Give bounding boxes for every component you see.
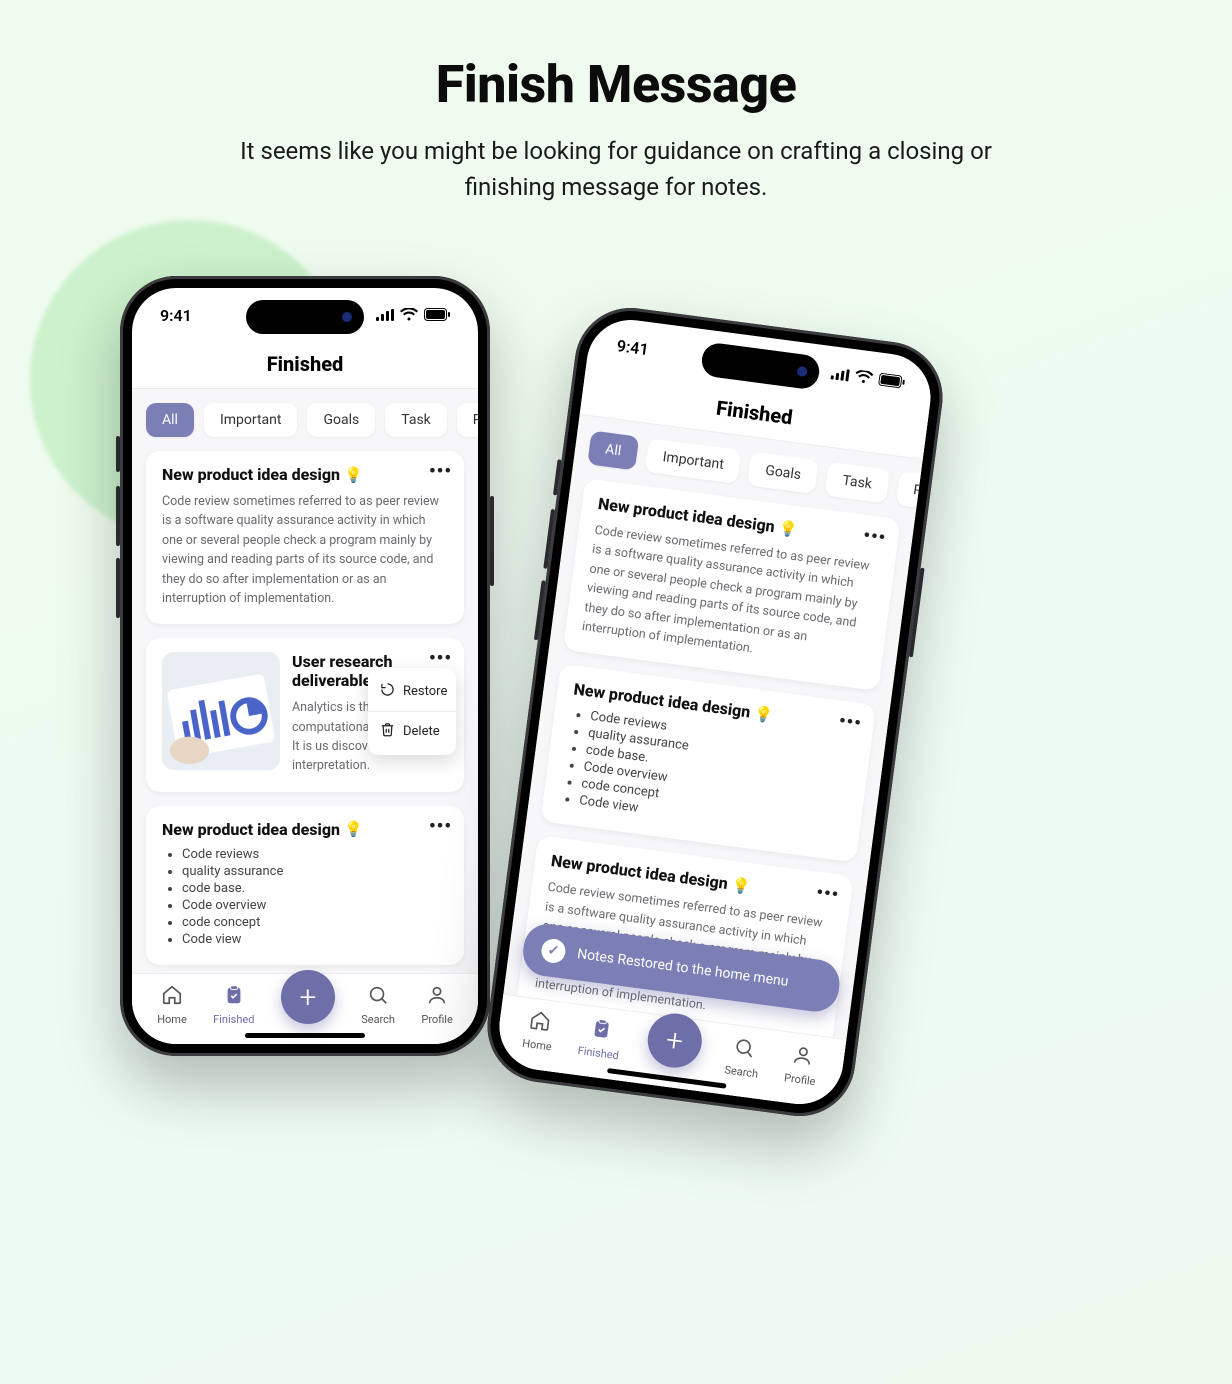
restore-icon — [380, 682, 395, 701]
plus-icon: + — [299, 980, 316, 1015]
note-card[interactable]: ••• New product idea design 💡 Code revie… — [146, 806, 464, 965]
trash-icon — [380, 722, 395, 741]
chip-product[interactable]: Produc — [457, 403, 478, 437]
nav-label: Profile — [783, 1071, 816, 1088]
hero-section: Finish Message It seems like you might b… — [0, 54, 1232, 205]
chip-all[interactable]: All — [587, 430, 639, 470]
signal-icon — [376, 306, 394, 325]
filter-chips: All Important Goals Task Produc — [132, 389, 478, 443]
card-menu-icon[interactable]: ••• — [429, 816, 452, 837]
list-item: Code view — [182, 932, 448, 947]
nav-search[interactable]: Search — [724, 1035, 763, 1081]
lightbulb-icon: 💡 — [344, 820, 363, 838]
card-menu-icon[interactable]: ••• — [862, 525, 888, 549]
home-icon — [527, 1008, 552, 1036]
card-body: Code review sometimes referred to as pee… — [162, 492, 448, 608]
lightbulb-icon: 💡 — [730, 875, 751, 895]
card-menu-icon[interactable]: ••• — [838, 711, 864, 735]
list-item: Code overview — [182, 898, 448, 913]
nav-finished[interactable]: Finished — [213, 984, 254, 1026]
battery-icon — [424, 306, 450, 325]
nav-finished[interactable]: Finished — [577, 1015, 623, 1062]
dynamic-island — [246, 300, 364, 334]
lightbulb-icon: 💡 — [344, 466, 363, 484]
card-menu-icon[interactable]: ••• — [429, 461, 452, 482]
lightbulb-icon: 💡 — [778, 518, 799, 538]
chip-product[interactable]: Produc — [895, 471, 922, 513]
chip-task[interactable]: Task — [824, 462, 889, 504]
list-item: quality assurance — [182, 864, 448, 879]
phone-mockup-right: 9:41 Finished All Important Goals Task P… — [481, 301, 950, 1123]
status-time: 9:41 — [160, 306, 192, 325]
list-item: code concept — [182, 915, 448, 930]
hero-title: Finish Message — [0, 54, 1232, 115]
phone-mockup-left: 9:41 Finished All Important Goals Task P… — [120, 276, 490, 1056]
menu-delete-label: Delete — [403, 724, 440, 739]
list-item: Code reviews — [182, 847, 448, 862]
chip-goals[interactable]: Goals — [747, 452, 819, 495]
fab-add[interactable]: + — [644, 1010, 705, 1071]
clipboard-icon — [223, 984, 245, 1009]
menu-restore[interactable]: Restore — [368, 674, 456, 709]
page-header: Finished — [132, 342, 478, 389]
search-icon — [367, 984, 389, 1009]
lightbulb-icon: 💡 — [753, 704, 774, 724]
battery-icon — [878, 370, 906, 392]
nav-label: Finished — [213, 1013, 254, 1026]
context-menu: Restore Delete — [368, 668, 456, 755]
nav-label: Profile — [421, 1013, 452, 1026]
fab-add[interactable]: + — [281, 970, 335, 1024]
chip-goals[interactable]: Goals — [307, 403, 375, 437]
note-card[interactable]: ••• New product idea design 💡 Code revie… — [563, 478, 901, 691]
status-time: 9:41 — [616, 336, 650, 359]
nav-home[interactable]: Home — [157, 984, 187, 1026]
card-title: New product idea design — [162, 820, 340, 839]
chip-task[interactable]: Task — [385, 403, 447, 437]
hero-subtitle: It seems like you might be looking for g… — [236, 133, 996, 205]
card-menu-icon[interactable]: ••• — [815, 882, 841, 906]
check-icon: ✓ — [540, 937, 567, 964]
signal-icon — [830, 364, 850, 385]
note-card[interactable]: ••• New product idea design 💡 Code revie… — [540, 664, 876, 863]
clipboard-icon — [589, 1017, 614, 1045]
home-indicator — [245, 1033, 365, 1038]
note-card[interactable]: ••• — [146, 638, 464, 792]
page-title: Finished — [132, 352, 478, 376]
home-icon — [161, 984, 183, 1009]
nav-profile[interactable]: Profile — [783, 1042, 820, 1088]
card-title: New product idea design — [162, 465, 340, 484]
wifi-icon — [854, 367, 874, 388]
nav-home[interactable]: Home — [521, 1008, 556, 1054]
profile-icon — [790, 1043, 815, 1071]
chip-important[interactable]: Important — [645, 438, 742, 484]
list-item: code base. — [182, 881, 448, 896]
wifi-icon — [400, 306, 418, 325]
nav-label: Search — [361, 1013, 395, 1026]
note-card[interactable]: ••• New product idea design 💡 Code revie… — [146, 451, 464, 624]
chip-important[interactable]: Important — [204, 403, 298, 437]
toast-text: Notes Restored to the home menu — [576, 946, 789, 990]
nav-search[interactable]: Search — [361, 984, 395, 1026]
menu-restore-label: Restore — [403, 684, 447, 699]
nav-label: Home — [521, 1037, 552, 1054]
search-icon — [732, 1035, 757, 1063]
chip-all[interactable]: All — [146, 403, 194, 437]
menu-delete[interactable]: Delete — [368, 714, 456, 749]
plus-icon: + — [664, 1022, 685, 1059]
nav-label: Search — [724, 1063, 759, 1080]
nav-label: Home — [157, 1013, 187, 1026]
profile-icon — [426, 984, 448, 1009]
nav-profile[interactable]: Profile — [421, 984, 452, 1026]
nav-label: Finished — [577, 1044, 620, 1062]
card-list: Code reviews quality assurance code base… — [162, 847, 448, 947]
card-thumbnail — [162, 652, 280, 770]
